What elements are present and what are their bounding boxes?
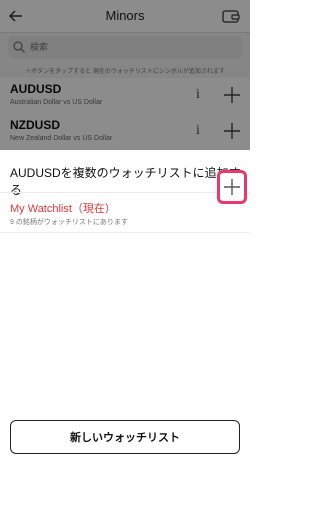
- divider: [0, 232, 250, 233]
- symbol-description: Australian Dollar vs US Dollar: [10, 99, 103, 106]
- plus-icon[interactable]: [222, 85, 242, 105]
- plus-icon[interactable]: [222, 121, 242, 141]
- info-icon[interactable]: i: [193, 87, 203, 103]
- watchlist-name: My Watchlist（現在）: [10, 203, 116, 215]
- divider: [0, 192, 250, 193]
- hint-text: ＋ボタンをタップすると 現在のウォッチリストにシンボルが追加されます: [25, 69, 225, 75]
- search-input[interactable]: [30, 39, 230, 55]
- info-icon[interactable]: i: [193, 123, 203, 139]
- symbol-label: NZDUSD: [10, 118, 60, 132]
- search-bar: [8, 36, 242, 58]
- wallet-icon[interactable]: [222, 8, 240, 24]
- symbol-label: AUDUSD: [10, 82, 62, 96]
- watchlist-count: 9 の銘柄がウォッチリストにあります: [10, 219, 128, 226]
- add-to-watchlist-button[interactable]: [217, 170, 247, 204]
- plus-icon: [224, 179, 240, 195]
- top-bar: Minors: [0, 0, 250, 33]
- symbol-description: New Zealand Dollar vs US Dollar: [10, 135, 113, 142]
- bottom-sheet: AUDUSDを複数のウォッチリストに追加する My Watchlist（現在） …: [0, 150, 250, 512]
- page-title: Minors: [105, 8, 145, 23]
- list-item[interactable]: NZDUSD New Zealand Dollar vs US Dollar i: [0, 114, 250, 151]
- new-watchlist-button[interactable]: 新しいウォッチリスト: [10, 420, 240, 454]
- list-item[interactable]: AUDUSD Australian Dollar vs US Dollar i: [0, 78, 250, 115]
- search-icon: [12, 40, 26, 54]
